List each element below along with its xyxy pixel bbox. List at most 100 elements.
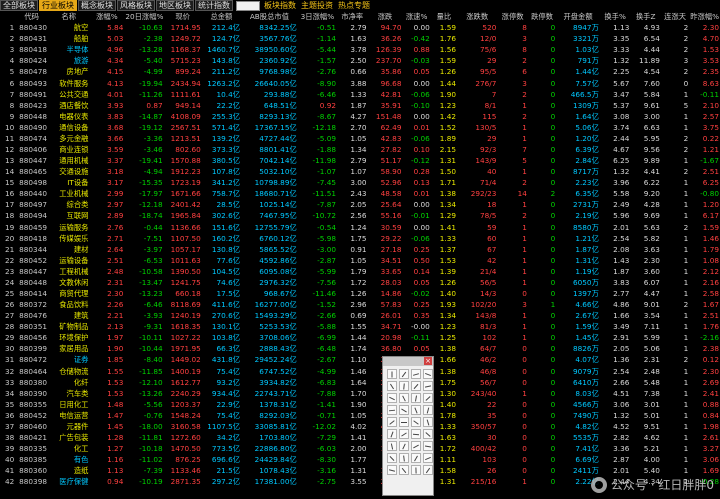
close-icon[interactable]: × bbox=[424, 357, 432, 365]
tab-sector-3[interactable]: 风格板块 bbox=[117, 0, 155, 11]
column-header[interactable]: 换手Z bbox=[630, 11, 661, 22]
table-row[interactable]: 36 880452 电信运营 1.47 -0.76 1548.24 75.4亿 8292.03… bbox=[0, 410, 720, 421]
tab-sector-5[interactable]: 统计指数 bbox=[195, 0, 233, 11]
drawing-toolbox-header[interactable]: × bbox=[383, 357, 433, 366]
table-row[interactable]: 1 880430 航空 5.84 -10.63 1714.95 212.4亿 8342.25亿… bbox=[0, 22, 720, 33]
table-row[interactable]: 30 880399 家居用品 1.90 -10.44 1971.95 66.3亿 2888.4… bbox=[0, 343, 720, 354]
column-header[interactable]: 昨涨幅% bbox=[689, 11, 720, 22]
table-row[interactable]: 11 880474 多元金融 3.66 -3.36 1213.51 139.2亿 4727.4… bbox=[0, 133, 720, 144]
draw-line-tool-icon[interactable] bbox=[387, 381, 397, 391]
sector-search-input[interactable] bbox=[236, 0, 260, 11]
draw-line-tool-icon[interactable] bbox=[411, 405, 421, 415]
draw-line-tool-icon[interactable] bbox=[387, 465, 397, 475]
draw-line-tool-icon[interactable] bbox=[423, 405, 433, 415]
draw-line-tool-icon[interactable] bbox=[411, 465, 421, 475]
draw-line-tool-icon[interactable] bbox=[411, 453, 421, 463]
topic-link-2[interactable]: 热点专题 bbox=[336, 1, 372, 10]
table-row[interactable]: 23 880447 工程机械 2.48 -10.58 1390.50 104.5亿 6095.… bbox=[0, 266, 720, 277]
table-row[interactable]: 37 880460 元器件 1.45 -18.00 3160.58 1107.5亿 33085… bbox=[0, 421, 720, 432]
draw-line-tool-icon[interactable] bbox=[423, 441, 433, 451]
tab-sector-2[interactable]: 概念板块 bbox=[78, 0, 116, 11]
table-row[interactable]: 14 880465 交通设施 3.18 -4.94 1912.23 107.8亿 5032.1… bbox=[0, 166, 720, 177]
column-header[interactable]: 涨跌数 bbox=[457, 11, 497, 22]
draw-line-tool-icon[interactable] bbox=[411, 369, 421, 379]
table-row[interactable]: 4 880424 旅游 4.34 -5.40 5715.23 143.8亿 2360.92亿 -… bbox=[0, 55, 720, 66]
table-row[interactable]: 18 880494 互联网 2.89 -18.74 1965.84 302.6亿 7467.9… bbox=[0, 210, 720, 221]
draw-line-tool-icon[interactable] bbox=[423, 381, 433, 391]
column-header[interactable]: 跌停数 bbox=[528, 11, 556, 22]
drawing-toolbox[interactable]: × bbox=[382, 356, 434, 496]
column-header[interactable]: 涨速% bbox=[402, 11, 430, 22]
draw-line-tool-icon[interactable] bbox=[387, 405, 397, 415]
column-header[interactable]: 量比 bbox=[431, 11, 457, 22]
table-row[interactable]: 7 880491 公共交通 4.01 -11.26 1111.61 10.4亿 293.88亿… bbox=[0, 89, 720, 100]
draw-line-tool-icon[interactable] bbox=[399, 393, 409, 403]
table-row[interactable]: 22 880452 运输设备 2.51 -6.53 1011.63 77.6亿 4592.86… bbox=[0, 255, 720, 266]
draw-line-tool-icon[interactable] bbox=[387, 429, 397, 439]
table-row[interactable]: 10 880490 通信设备 3.68 -19.12 2567.51 571.4亿 17367… bbox=[0, 122, 720, 133]
draw-line-tool-icon[interactable] bbox=[423, 393, 433, 403]
draw-line-tool-icon[interactable] bbox=[399, 381, 409, 391]
table-row[interactable]: 41 880360 造纸 1.13 -7.39 1133.46 21.5亿 1078.43亿 -… bbox=[0, 465, 720, 476]
table-row[interactable]: 20 880418 传媒娱乐 2.71 -7.51 1107.50 160.2亿 6760.1… bbox=[0, 233, 720, 244]
draw-line-tool-icon[interactable] bbox=[387, 453, 397, 463]
column-header[interactable]: 市净率 bbox=[337, 11, 368, 22]
table-row[interactable]: 28 880351 矿物制品 2.13 -9.31 1618.35 130.1亿 5253.5… bbox=[0, 321, 720, 332]
column-header[interactable]: 涨停数 bbox=[497, 11, 528, 22]
draw-line-tool-icon[interactable] bbox=[399, 453, 409, 463]
draw-line-tool-icon[interactable] bbox=[411, 441, 421, 451]
column-header[interactable]: 涨跌 bbox=[368, 11, 403, 22]
column-header[interactable]: 连涨天 bbox=[661, 11, 689, 22]
draw-line-tool-icon[interactable] bbox=[399, 465, 409, 475]
column-header[interactable]: 20日涨幅% bbox=[124, 11, 163, 22]
table-row[interactable]: 2 880431 船舶 5.03 -2.38 1249.72 124.7亿 3567.76亿 -… bbox=[0, 33, 720, 44]
table-row[interactable]: 33 880380 化纤 1.53 -12.10 1612.77 93.2亿 3934.82亿… bbox=[0, 377, 720, 388]
table-row[interactable]: 3 880418 半导体 4.96 -13.28 1168.37 1460.7亿 38950.… bbox=[0, 44, 720, 55]
draw-line-tool-icon[interactable] bbox=[399, 417, 409, 427]
draw-line-tool-icon[interactable] bbox=[399, 441, 409, 451]
column-header[interactable]: 3日涨幅% bbox=[298, 11, 337, 22]
column-header[interactable]: 涨幅% bbox=[89, 11, 124, 22]
tab-sector-4[interactable]: 地区板块 bbox=[156, 0, 194, 11]
draw-line-tool-icon[interactable] bbox=[423, 417, 433, 427]
draw-line-tool-icon[interactable] bbox=[423, 369, 433, 379]
column-header[interactable]: 总金额 bbox=[202, 11, 241, 22]
table-row[interactable]: 38 880421 广告包装 1.28 -11.81 1272.60 34.2亿 1703.8… bbox=[0, 432, 720, 443]
table-row[interactable]: 21 880344 建材 2.64 -3.97 1057.17 130.8亿 5865.52亿… bbox=[0, 244, 720, 255]
table-row[interactable]: 26 880372 食品饮料 2.26 -6.46 8118.69 411.6亿 16277.… bbox=[0, 299, 720, 310]
table-row[interactable]: 34 880390 汽车类 1.53 -13.26 2240.29 934.4亿 22743.… bbox=[0, 388, 720, 399]
table-row[interactable]: 31 880472 证券 1.85 -8.40 1449.02 431.8亿 29452.24… bbox=[0, 354, 720, 365]
table-row[interactable]: 39 880335 化工 1.27 -10.18 1470.50 773.5亿 22886.8… bbox=[0, 443, 720, 454]
draw-line-tool-icon[interactable] bbox=[387, 417, 397, 427]
draw-line-tool-icon[interactable] bbox=[411, 381, 421, 391]
table-row[interactable]: 12 880406 商业连锁 3.59 -3.46 802.60 373.3亿 8801.41… bbox=[0, 144, 720, 155]
table-row[interactable]: 25 880414 商贸代理 2.30 -13.23 660.18 17.5亿 968.67亿… bbox=[0, 288, 720, 299]
table-row[interactable]: 32 880464 仓储物流 1.55 -11.85 1400.19 75.4亿 6747.5… bbox=[0, 366, 720, 377]
draw-line-tool-icon[interactable] bbox=[387, 369, 397, 379]
column-header[interactable]: 名称 bbox=[48, 11, 89, 22]
table-row[interactable]: 29 880456 环境保护 1.97 -10.11 1027.22 103.8亿 3708.… bbox=[0, 332, 720, 343]
table-row[interactable]: 5 880478 房地产 4.15 -4.99 899.24 211.2亿 9768.98亿 -… bbox=[0, 66, 720, 77]
draw-line-tool-icon[interactable] bbox=[423, 465, 433, 475]
table-row[interactable]: 13 880447 通用机械 3.37 -19.41 1570.88 380.5亿 7042.… bbox=[0, 155, 720, 166]
draw-line-tool-icon[interactable] bbox=[387, 441, 397, 451]
table-row[interactable]: 40 880385 有色 1.16 -11.02 876.25 696.6亿 24429.84… bbox=[0, 454, 720, 465]
draw-line-tool-icon[interactable] bbox=[387, 393, 397, 403]
column-header[interactable]: AB股总市值 bbox=[241, 11, 298, 22]
table-row[interactable]: 8 880423 酒店餐饮 3.93 0.87 949.14 22.2亿 648.51亿 0.9… bbox=[0, 100, 720, 111]
column-header[interactable]: 代码 bbox=[15, 11, 48, 22]
table-row[interactable]: 19 880459 运输服务 2.76 -0.44 1136.66 151.6亿 12755.… bbox=[0, 221, 720, 232]
draw-line-tool-icon[interactable] bbox=[411, 417, 421, 427]
draw-line-tool-icon[interactable] bbox=[411, 393, 421, 403]
draw-line-tool-icon[interactable] bbox=[411, 429, 421, 439]
topic-link-1[interactable]: 主题投资 bbox=[299, 1, 335, 10]
column-header[interactable]: 换手% bbox=[600, 11, 631, 22]
tab-sector-1[interactable]: 行业板块 bbox=[39, 0, 77, 11]
table-row[interactable]: 6 880493 软件服务 4.13 -19.94 2434.94 1263.2亿 26640… bbox=[0, 77, 720, 88]
column-header[interactable]: 现价 bbox=[164, 11, 202, 22]
draw-line-tool-icon[interactable] bbox=[399, 369, 409, 379]
topic-link-0[interactable]: 板块指数 bbox=[262, 1, 298, 10]
table-row[interactable]: 27 880476 建筑 2.21 -3.93 1240.19 270.6亿 15493.29… bbox=[0, 310, 720, 321]
table-row[interactable]: 17 880497 综合类 2.97 -12.18 2401.42 28.5亿 1025.14… bbox=[0, 199, 720, 210]
draw-line-tool-icon[interactable] bbox=[423, 429, 433, 439]
